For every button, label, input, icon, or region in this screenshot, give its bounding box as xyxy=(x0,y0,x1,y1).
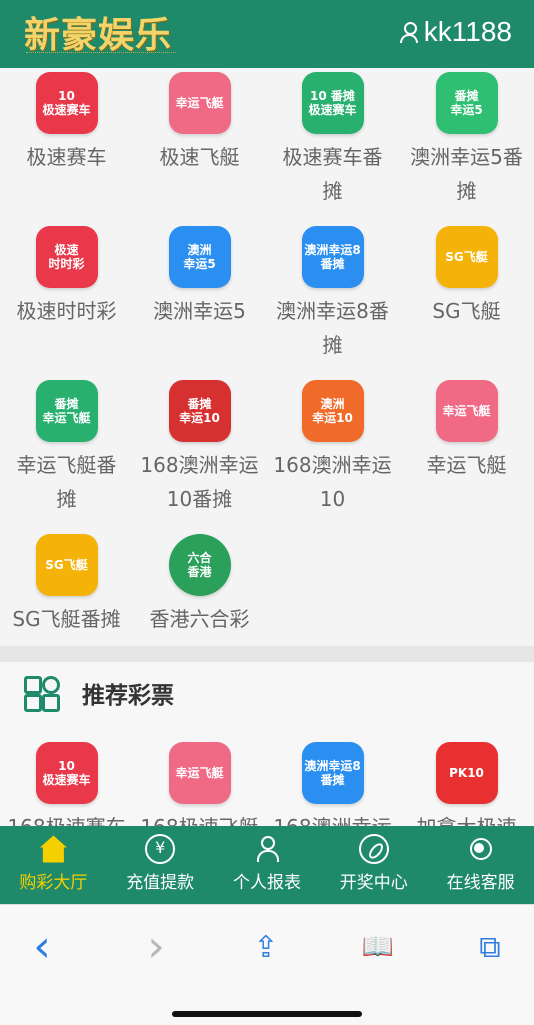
username: kk1188 xyxy=(423,16,512,47)
recommended-item[interactable]: PK10 加拿大极速 xyxy=(400,742,533,827)
game-item[interactable]: 番摊 幸运5 澳洲幸运5番摊 xyxy=(400,72,533,208)
game-label: 极速时时彩 xyxy=(16,299,117,323)
bookmarks-button[interactable]: 📖 xyxy=(358,927,398,967)
racing-fantan-icon: 10 番摊 极速赛车 xyxy=(301,72,364,134)
tab-label: 个人报表 xyxy=(232,873,301,893)
book-icon: 📖 xyxy=(361,932,395,962)
grid-icon xyxy=(24,676,60,712)
tab-label: 开奖中心 xyxy=(339,873,408,893)
game-label: SG飞艇 xyxy=(432,299,501,323)
share-button[interactable]: ⇪ xyxy=(246,927,286,967)
hk-marksix-icon: 六合 香港 xyxy=(168,534,231,596)
speed-boat-icon: 幸运飞艇 xyxy=(168,72,231,134)
aus-lucky5-icon: 澳洲 幸运5 xyxy=(168,226,231,288)
game-label: 168澳洲幸运10 xyxy=(273,453,392,511)
aus-lucky8-icon: 澳洲幸运8 番摊 xyxy=(301,742,364,804)
tab-label: 充值提款 xyxy=(126,873,195,893)
speed-boat-icon: 幸运飞艇 xyxy=(168,742,231,804)
racing-car-icon: 10 极速赛车 xyxy=(35,742,98,804)
tab-label: 在线客服 xyxy=(446,873,515,893)
game-label: 极速赛车番摊 xyxy=(282,145,383,203)
aus-lucky10-icon: 澳洲 幸运10 xyxy=(301,380,364,442)
user-icon xyxy=(399,21,418,43)
racing-car-icon: 10 极速赛车 xyxy=(35,72,98,134)
tab-personal-report[interactable]: 个人报表 xyxy=(214,826,321,904)
game-item[interactable]: 澳洲幸运8 番摊 澳洲幸运8番摊 xyxy=(266,226,399,362)
browser-toolbar: ‹ › ⇪ 📖 ⧉ xyxy=(0,904,534,1025)
tabs-button[interactable]: ⧉ xyxy=(470,927,510,967)
compass-icon xyxy=(358,834,389,864)
game-label: 168澳洲幸运10番摊 xyxy=(140,453,259,511)
game-item[interactable]: 10 番摊 极速赛车 极速赛车番摊 xyxy=(266,72,399,208)
tab-draw-center[interactable]: 开奖中心 xyxy=(320,826,427,904)
game-item[interactable]: 番摊 幸运飞艇 幸运飞艇番摊 xyxy=(0,380,133,516)
lucky-boat-icon: 幸运飞艇 xyxy=(435,380,498,442)
game-label: 168澳洲幸运 xyxy=(273,815,392,827)
tab-label: 购彩大厅 xyxy=(19,873,88,893)
game-label: 幸运飞艇 xyxy=(426,453,507,477)
game-label: 168极速赛车 xyxy=(7,815,126,827)
game-label: 168极速飞艇 xyxy=(140,815,259,827)
game-item[interactable]: 极速 时时彩 极速时时彩 xyxy=(0,226,133,328)
game-label: 香港六合彩 xyxy=(149,607,250,631)
coin-icon xyxy=(145,834,176,864)
speed-ssc-icon: 极速 时时彩 xyxy=(35,226,98,288)
game-label: 极速赛车 xyxy=(26,145,107,169)
game-item[interactable]: SG飞艇 SG飞艇 xyxy=(400,226,533,328)
section-title: 推荐彩票 xyxy=(82,683,174,709)
home-icon xyxy=(39,835,67,863)
lucky-boat-fantan-icon: 番摊 幸运飞艇 xyxy=(35,380,98,442)
game-label: 澳洲幸运8番摊 xyxy=(276,299,389,357)
user-account[interactable]: kk1188 xyxy=(399,16,512,48)
sg-boat-icon: SG飞艇 xyxy=(435,226,498,288)
sg-boat-fantan-icon: SG飞艇 xyxy=(35,534,98,596)
game-item[interactable]: 六合 香港 香港六合彩 xyxy=(133,534,266,636)
share-icon: ⇪ xyxy=(253,929,279,965)
game-item[interactable]: 澳洲 幸运5 澳洲幸运5 xyxy=(133,226,266,328)
user-icon xyxy=(252,834,282,864)
tab-support[interactable]: 在线客服 xyxy=(427,826,534,904)
bottom-tabbar: 购彩大厅 充值提款 个人报表 开奖中心 在线客服 xyxy=(0,826,534,904)
tab-deposit-withdraw[interactable]: 充值提款 xyxy=(107,826,214,904)
game-item[interactable]: 番摊 幸运10 168澳洲幸运10番摊 xyxy=(133,380,266,516)
lucky5-fantan-icon: 番摊 幸运5 xyxy=(435,72,498,134)
support-icon xyxy=(466,834,496,864)
game-label: 澳洲幸运5番摊 xyxy=(410,145,523,203)
game-item[interactable]: 澳洲 幸运10 168澳洲幸运10 xyxy=(266,380,399,516)
game-item[interactable]: 10 极速赛车 极速赛车 xyxy=(0,72,133,174)
recommended-item[interactable]: 10 极速赛车 168极速赛车 xyxy=(0,742,133,827)
recommended-item[interactable]: 幸运飞艇 168极速飞艇 xyxy=(133,742,266,827)
back-button[interactable]: ‹ xyxy=(22,921,62,972)
chevron-left-icon: ‹ xyxy=(33,921,51,972)
home-indicator xyxy=(172,1011,362,1017)
game-label: 加拿大极速 xyxy=(416,815,517,827)
game-label: 极速飞艇 xyxy=(159,145,240,169)
aus-lucky8-fantan-icon: 澳洲幸运8 番摊 xyxy=(301,226,364,288)
game-label: 澳洲幸运5 xyxy=(153,299,246,323)
game-label: SG飞艇番摊 xyxy=(12,607,121,631)
game-item[interactable]: 幸运飞艇 幸运飞艇 xyxy=(400,380,533,482)
chevron-right-icon: › xyxy=(147,921,165,972)
forward-button[interactable]: › xyxy=(136,921,176,972)
pk10-icon: PK10 xyxy=(435,742,498,804)
game-item[interactable]: SG飞艇 SG飞艇番摊 xyxy=(0,534,133,636)
app-header: 新豪娱乐 kk1188 xyxy=(0,0,534,68)
game-grid: 10 极速赛车 极速赛车 幸运飞艇 极速飞艇 10 番摊 极速赛车 极速赛车番摊… xyxy=(0,68,534,646)
recommended-item[interactable]: 澳洲幸运8 番摊 168澳洲幸运 xyxy=(266,742,399,827)
recommended-section: 推荐彩票 10 极速赛车 168极速赛车 幸运飞艇 168极速飞艇 澳洲幸运8 … xyxy=(0,662,534,827)
tab-lobby[interactable]: 购彩大厅 xyxy=(0,826,107,904)
tabs-icon: ⧉ xyxy=(479,929,501,965)
game-item[interactable]: 幸运飞艇 极速飞艇 xyxy=(133,72,266,174)
lucky10-fantan-icon: 番摊 幸运10 xyxy=(168,380,231,442)
section-divider xyxy=(0,646,534,662)
logo[interactable]: 新豪娱乐 xyxy=(24,6,172,58)
game-label: 幸运飞艇番摊 xyxy=(16,453,117,511)
logo-decoration xyxy=(26,52,176,57)
